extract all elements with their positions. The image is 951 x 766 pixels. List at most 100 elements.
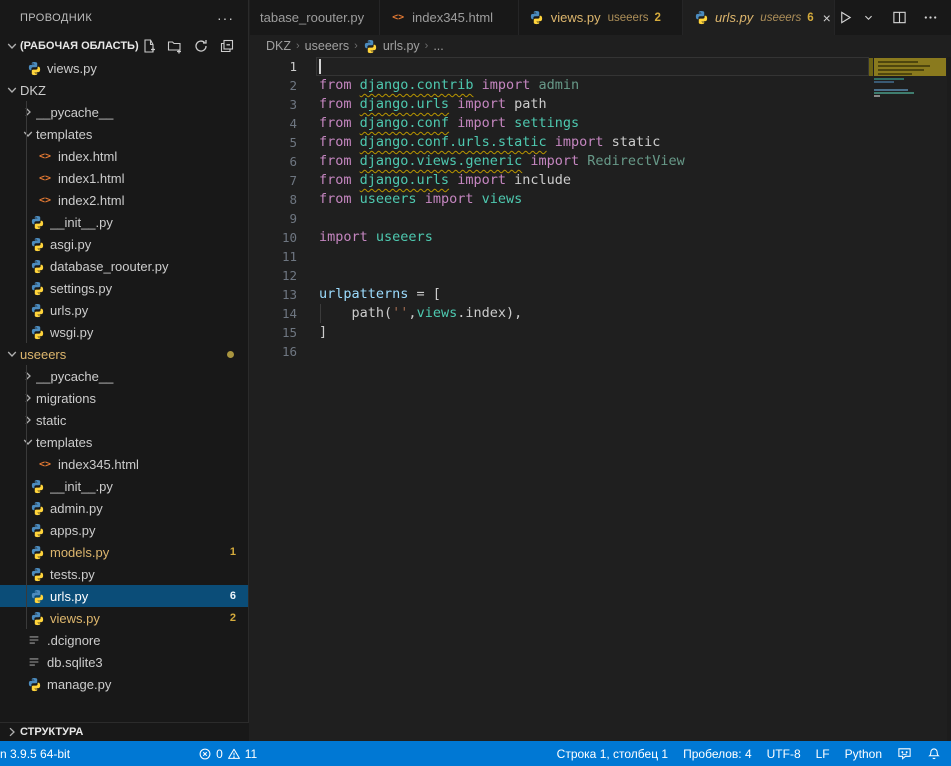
- line-number: 3: [250, 95, 297, 114]
- tree-item-views-py[interactable]: views.py: [0, 57, 248, 79]
- tree-item-migrations[interactable]: migrations: [0, 387, 248, 409]
- tab-description: useeers: [760, 12, 801, 24]
- encoding-status[interactable]: UTF-8: [767, 747, 801, 761]
- file-icon: [26, 632, 42, 648]
- tree-item-DKZ[interactable]: DKZ: [0, 79, 248, 101]
- python-icon: [29, 588, 45, 604]
- tab-label: urls.py: [715, 10, 753, 25]
- tree-item-label: db.sqlite3: [47, 655, 248, 670]
- language-mode-status[interactable]: Python: [845, 747, 882, 761]
- tab-problem-badge: 6: [807, 12, 813, 24]
- chevron-down-icon: [4, 38, 20, 54]
- tree-item-tests-py[interactable]: tests.py: [0, 563, 248, 585]
- collapse-all-icon[interactable]: [218, 37, 236, 55]
- tree-item-database-roouter-py[interactable]: database_roouter.py: [0, 255, 248, 277]
- outline-section-header[interactable]: СТРУКТУРА: [0, 722, 249, 741]
- new-file-icon[interactable]: [140, 37, 158, 55]
- line-text: from django.contrib import admin: [297, 76, 579, 95]
- cursor-position-status[interactable]: Строка 1, столбец 1: [557, 747, 668, 761]
- indentation-status[interactable]: Пробелов: 4: [683, 747, 752, 761]
- tree-item-manage-py[interactable]: manage.py: [0, 673, 248, 695]
- tree-item-label: migrations: [36, 391, 248, 406]
- tree-item-urls-py[interactable]: urls.py6: [0, 585, 248, 607]
- breadcrumb-item-useeers[interactable]: useeers: [305, 39, 349, 53]
- vscode-window: ПРОВОДНИК ··· (РАБОЧАЯ ОБЛАСТЬ) ... view…: [0, 0, 951, 766]
- tree-item--dcignore[interactable]: .dcignore: [0, 629, 248, 651]
- tree-item-settings-py[interactable]: settings.py: [0, 277, 248, 299]
- line-text: ]: [297, 323, 327, 342]
- tree-item-wsgi-py[interactable]: wsgi.py: [0, 321, 248, 343]
- tab-problem-badge: 2: [655, 12, 661, 24]
- python-icon: [29, 522, 45, 538]
- workspace-section-header[interactable]: (РАБОЧАЯ ОБЛАСТЬ) ...: [0, 35, 248, 57]
- tree-item--init-py[interactable]: __init__.py: [0, 211, 248, 233]
- python-icon: [29, 236, 45, 252]
- tree-indent-guide: [26, 101, 27, 343]
- tree-item-useeers[interactable]: useeers: [0, 343, 248, 365]
- feedback-icon[interactable]: [897, 746, 912, 761]
- code-editor[interactable]: 12from django.contrib import admin3from …: [250, 57, 951, 741]
- tree-item-asgi-py[interactable]: asgi.py: [0, 233, 248, 255]
- tree-item-label: apps.py: [50, 523, 248, 538]
- line-number: 9: [250, 209, 297, 228]
- line-text: from django.urls import include: [297, 171, 571, 190]
- tree-item-templates[interactable]: templates: [0, 123, 248, 145]
- explorer-more-actions-icon[interactable]: ···: [213, 10, 238, 26]
- line-number: 2: [250, 76, 297, 95]
- eol-status[interactable]: LF: [816, 747, 830, 761]
- tree-item-apps-py[interactable]: apps.py: [0, 519, 248, 541]
- tab-urls-py[interactable]: urls.py useeers 6 ×: [683, 0, 835, 35]
- python-interpreter-status[interactable]: n 3.9.5 64-bit: [0, 747, 70, 761]
- tree-item-label: useeers: [20, 347, 227, 362]
- tree-item--pycache-[interactable]: __pycache__: [0, 101, 248, 123]
- tree-item-index2-html[interactable]: <>index2.html: [0, 189, 248, 211]
- editor-group: tabase_roouter.py<>index345.htmlviews.py…: [250, 0, 951, 741]
- refresh-icon[interactable]: [192, 37, 210, 55]
- run-dropdown-chevron-icon[interactable]: [860, 6, 877, 30]
- python-icon: [29, 280, 45, 296]
- tree-item-urls-py[interactable]: urls.py: [0, 299, 248, 321]
- tree-item-index-html[interactable]: <>index.html: [0, 145, 248, 167]
- tree-item-templates[interactable]: templates: [0, 431, 248, 453]
- tab-tabase-roouter-py[interactable]: tabase_roouter.py: [250, 0, 380, 35]
- python-icon: [29, 214, 45, 230]
- more-actions-icon[interactable]: [920, 6, 941, 30]
- line-text: from django.urls import path: [297, 95, 547, 114]
- tree-item-index345-html[interactable]: <>index345.html: [0, 453, 248, 475]
- tree-item-static[interactable]: static: [0, 409, 248, 431]
- breadcrumb-item--[interactable]: ...: [433, 39, 443, 53]
- breadcrumb-item-urls-py[interactable]: urls.py: [363, 38, 420, 54]
- problems-status[interactable]: 0 11: [198, 747, 257, 761]
- tree-item-index1-html[interactable]: <>index1.html: [0, 167, 248, 189]
- code-line-3: 3from django.urls import path: [250, 95, 951, 114]
- tree-item-label: settings.py: [50, 281, 248, 296]
- code-lines: 12from django.contrib import admin3from …: [250, 57, 951, 361]
- overview-ruler[interactable]: [947, 57, 951, 741]
- tab-index345-html[interactable]: <>index345.html: [380, 0, 519, 35]
- tree-item--pycache-[interactable]: __pycache__: [0, 365, 248, 387]
- tree-item-db-sqlite3[interactable]: db.sqlite3: [0, 651, 248, 673]
- breadcrumb-item-DKZ[interactable]: DKZ: [266, 39, 291, 53]
- run-python-file-icon[interactable]: [835, 6, 856, 30]
- tree-item-label: database_roouter.py: [50, 259, 248, 274]
- line-number: 6: [250, 152, 297, 171]
- split-editor-icon[interactable]: [889, 6, 910, 30]
- minimap-warning-block: [874, 58, 946, 76]
- line-text: from useeers import views: [297, 190, 522, 209]
- html-icon: <>: [37, 192, 53, 208]
- html-icon: <>: [37, 456, 53, 472]
- tree-item-models-py[interactable]: models.py1: [0, 541, 248, 563]
- tab-views-py[interactable]: views.pyuseeers2: [519, 0, 683, 35]
- minimap[interactable]: [874, 57, 946, 187]
- tree-item-label: templates: [36, 435, 248, 450]
- notifications-bell-icon[interactable]: [927, 747, 941, 761]
- tree-item-admin-py[interactable]: admin.py: [0, 497, 248, 519]
- tree-item-views-py[interactable]: views.py2: [0, 607, 248, 629]
- line-text: path('',views.index),: [297, 304, 522, 323]
- line-number: 10: [250, 228, 297, 247]
- tree-item--init-py[interactable]: __init__.py: [0, 475, 248, 497]
- python-icon: [26, 60, 42, 76]
- new-folder-icon[interactable]: [166, 37, 184, 55]
- close-icon[interactable]: ×: [823, 9, 831, 27]
- tree-item-label: __pycache__: [36, 369, 248, 384]
